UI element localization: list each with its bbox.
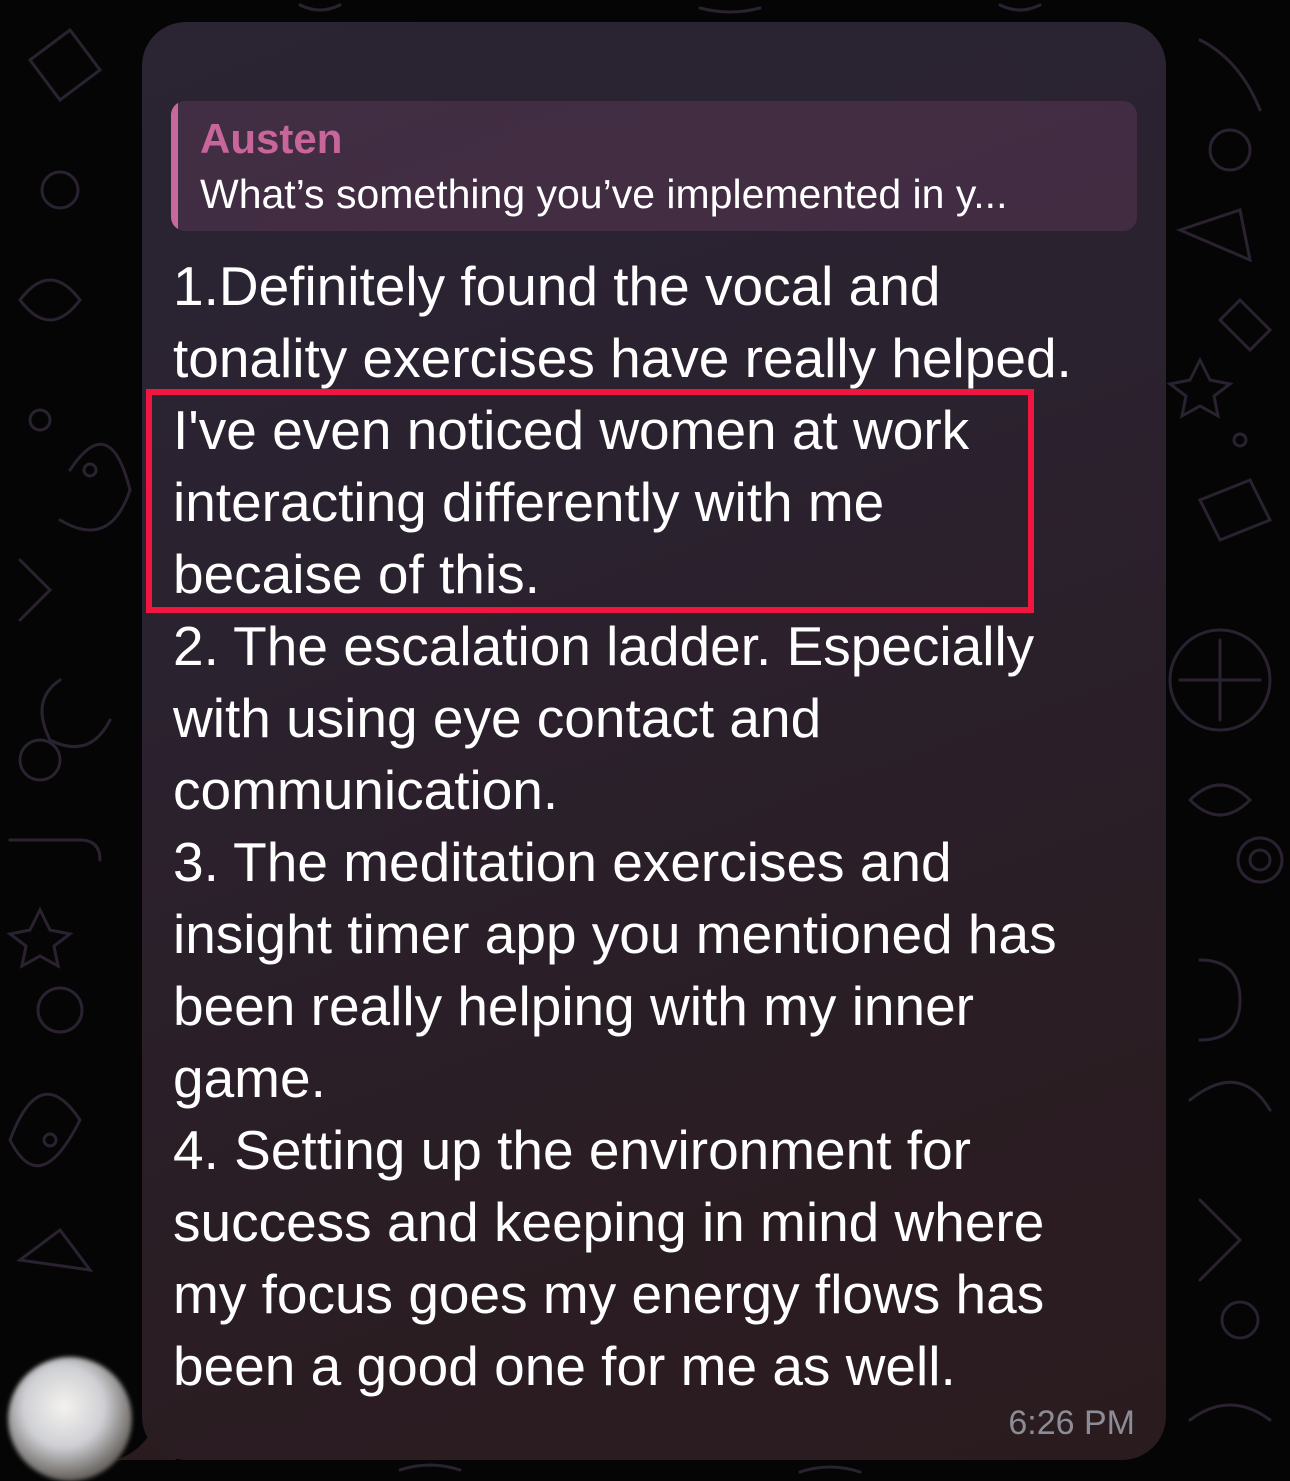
message-line: 3. The meditation exercises and (173, 831, 952, 893)
message-line: my focus goes my energy flows has (173, 1263, 1045, 1325)
reply-quote[interactable]: Austen What’s something you’ve implement… (171, 101, 1137, 231)
message-line: tonality exercises have really helped. (173, 327, 1072, 389)
message-timestamp: 6:26 PM (1008, 1404, 1135, 1442)
reply-accent-bar (171, 101, 178, 231)
reply-preview: What’s something you’ve implemented in y… (200, 171, 1008, 217)
message-line: 4. Setting up the environment for (173, 1119, 971, 1181)
reply-author: Austen (200, 115, 343, 162)
message-line: success and keeping in mind where (173, 1191, 1045, 1253)
highlight-annotation-box (146, 389, 1034, 613)
message-line: 2. The escalation ladder. Especially (173, 615, 1035, 677)
message-line: been really helping with my inner (173, 975, 974, 1037)
message-line: with using eye contact and (173, 687, 822, 749)
message-line: game. (173, 1047, 326, 1109)
user-avatar[interactable] (8, 1357, 132, 1481)
message-line: 1.Definitely found the vocal and (173, 255, 941, 317)
message-line: insight timer app you mentioned has (173, 903, 1057, 965)
message-line: communication. (173, 759, 559, 821)
message-line: been a good one for me as well. (173, 1335, 956, 1397)
